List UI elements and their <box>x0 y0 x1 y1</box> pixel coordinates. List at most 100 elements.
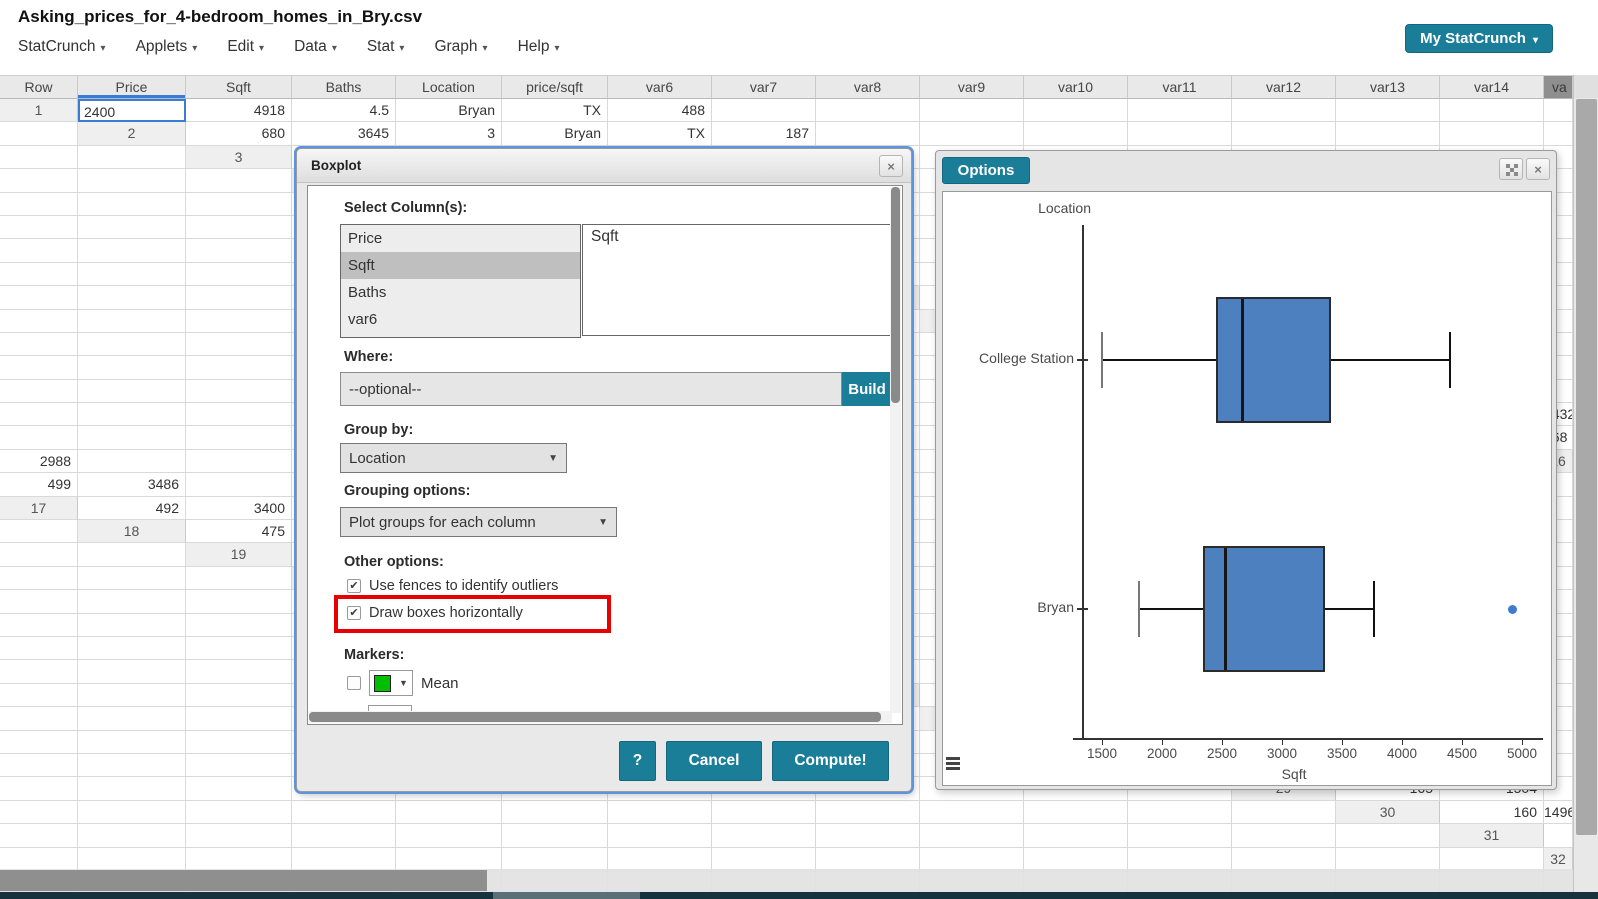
row-header[interactable]: 3 <box>186 146 292 169</box>
table-cell[interactable]: 187 <box>712 122 816 145</box>
table-cell[interactable] <box>712 801 816 824</box>
group-by-select[interactable]: Location▼ <box>340 443 567 473</box>
table-cell[interactable] <box>608 848 712 871</box>
table-cell[interactable] <box>186 403 292 426</box>
table-cell[interactable] <box>0 707 78 730</box>
table-cell[interactable] <box>78 380 186 403</box>
table-cell[interactable] <box>920 99 1024 122</box>
table-cell[interactable] <box>0 543 78 566</box>
table-cell[interactable]: 492 <box>78 497 186 520</box>
vertical-scrollbar-thumb[interactable] <box>1576 99 1597 835</box>
column-header-price[interactable]: Price <box>78 76 186 99</box>
close-icon[interactable]: × <box>1526 158 1550 180</box>
table-cell[interactable] <box>78 146 186 169</box>
table-cell[interactable] <box>78 824 186 847</box>
table-cell[interactable] <box>292 801 396 824</box>
table-cell[interactable] <box>78 333 186 356</box>
row-header[interactable]: 2 <box>78 122 186 145</box>
table-cell[interactable] <box>0 333 78 356</box>
table-cell[interactable]: 3 <box>396 122 502 145</box>
table-cell[interactable] <box>1232 801 1336 824</box>
table-cell[interactable] <box>608 824 712 847</box>
menu-item-data[interactable]: Data▾ <box>294 38 337 56</box>
table-cell[interactable]: 3645 <box>292 122 396 145</box>
column-option-price[interactable]: Price <box>341 225 580 252</box>
table-cell[interactable] <box>1128 824 1232 847</box>
table-cell[interactable] <box>0 193 78 216</box>
table-cell[interactable] <box>78 754 186 777</box>
table-cell[interactable] <box>0 777 78 800</box>
table-cell[interactable] <box>78 286 186 309</box>
grouping-options-select[interactable]: Plot groups for each column▼ <box>340 507 617 537</box>
table-cell[interactable] <box>1128 801 1232 824</box>
table-cell[interactable]: 475 <box>186 520 292 543</box>
table-cell[interactable] <box>186 426 292 449</box>
table-cell[interactable] <box>78 310 186 333</box>
table-cell[interactable] <box>186 731 292 754</box>
table-cell[interactable] <box>186 614 292 637</box>
table-cell[interactable] <box>78 801 186 824</box>
my-statcrunch-button[interactable]: My StatCrunch▾ <box>1405 24 1553 53</box>
boxplot-dialog-titlebar[interactable]: Boxplot × <box>297 149 911 183</box>
table-cell[interactable] <box>186 684 292 707</box>
table-cell[interactable] <box>0 567 78 590</box>
table-cell[interactable]: Bryan <box>502 122 608 145</box>
row-header[interactable]: 19 <box>186 543 292 566</box>
table-cell[interactable] <box>186 286 292 309</box>
column-header-price-sqft[interactable]: price/sqft <box>502 76 608 99</box>
table-cell[interactable] <box>1024 99 1128 122</box>
table-cell[interactable] <box>78 848 186 871</box>
column-header-baths[interactable]: Baths <box>292 76 396 99</box>
table-cell[interactable] <box>186 450 292 473</box>
table-cell[interactable] <box>1544 824 1573 847</box>
table-cell[interactable] <box>712 824 816 847</box>
fences-checkbox[interactable]: ✔ <box>347 579 361 593</box>
table-cell[interactable] <box>186 567 292 590</box>
table-cell[interactable] <box>0 731 78 754</box>
menu-item-stat[interactable]: Stat▾ <box>367 38 405 56</box>
table-cell[interactable] <box>0 239 78 262</box>
table-cell[interactable] <box>186 754 292 777</box>
options-button[interactable]: Options <box>942 157 1030 184</box>
row-header[interactable]: 1 <box>0 99 78 122</box>
table-cell[interactable]: 4.5 <box>292 99 396 122</box>
column-option-sqft[interactable]: Sqft <box>341 252 580 279</box>
table-cell[interactable] <box>502 801 608 824</box>
table-cell[interactable] <box>0 520 78 543</box>
mean-checkbox[interactable] <box>347 676 361 690</box>
table-cell[interactable] <box>78 567 186 590</box>
column-header-var10[interactable]: var10 <box>1024 76 1128 99</box>
column-listbox[interactable]: PriceSqftBathsvar6 <box>340 224 581 338</box>
column-option-var6[interactable]: var6 <box>341 306 580 333</box>
box[interactable] <box>1203 546 1325 672</box>
help-button[interactable]: ? <box>619 741 656 781</box>
compute-button[interactable]: Compute! <box>772 741 889 781</box>
table-cell[interactable] <box>1128 122 1232 145</box>
selected-cell[interactable]: 2400 <box>78 99 186 122</box>
table-cell[interactable] <box>0 824 78 847</box>
table-cell[interactable]: 3486 <box>78 473 186 496</box>
bottom-scrollbar-thumb[interactable] <box>493 892 640 899</box>
table-cell[interactable] <box>816 848 920 871</box>
table-cell[interactable]: 2988 <box>0 450 78 473</box>
bottom-scrollbar[interactable] <box>0 892 1598 899</box>
dialog-scrollbar-track[interactable] <box>890 187 901 713</box>
table-cell[interactable] <box>1232 99 1336 122</box>
table-cell[interactable] <box>78 660 186 683</box>
table-cell[interactable] <box>0 754 78 777</box>
table-cell[interactable] <box>1024 801 1128 824</box>
table-cell[interactable] <box>78 731 186 754</box>
column-header-var9[interactable]: var9 <box>920 76 1024 99</box>
table-cell[interactable] <box>78 777 186 800</box>
table-cell[interactable] <box>396 801 502 824</box>
table-cell[interactable] <box>78 426 186 449</box>
column-header-var8[interactable]: var8 <box>816 76 920 99</box>
menu-item-help[interactable]: Help▾ <box>518 38 560 56</box>
hamburger-menu-icon[interactable] <box>946 757 960 772</box>
table-cell[interactable] <box>1024 824 1128 847</box>
row-header[interactable]: 31 <box>1440 824 1544 847</box>
column-header-var13[interactable]: var13 <box>1336 76 1440 99</box>
table-cell[interactable] <box>1336 99 1440 122</box>
table-cell[interactable] <box>186 848 292 871</box>
column-header-var14[interactable]: var14 <box>1440 76 1544 99</box>
